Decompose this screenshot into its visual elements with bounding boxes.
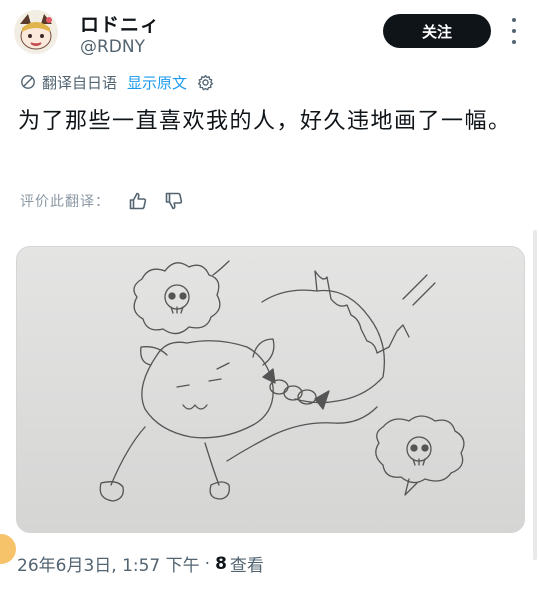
display-name[interactable]: ロドニィ (80, 10, 160, 37)
sketch-drawing (99, 260, 465, 502)
avatar[interactable] (14, 10, 58, 54)
rate-translation-label: 评价此翻译： (20, 194, 110, 210)
translate-icon (21, 75, 35, 89)
gear-icon[interactable] (197, 74, 214, 91)
thumbs-down-icon[interactable] (164, 191, 184, 211)
rate-translation-row: 评价此翻译： (20, 189, 184, 213)
translated-from-label: 翻译自日语 (42, 73, 118, 92)
views-label: 查看 (229, 556, 264, 576)
timestamp[interactable]: 26年6月3日, 1:57 下午 (17, 551, 200, 576)
tweet-text: 为了那些一直喜欢我的人，好久违地画了一幅。 (18, 109, 512, 134)
floating-badge[interactable] (0, 534, 16, 564)
tweet-image[interactable] (16, 246, 525, 533)
follow-button[interactable]: 关注 (383, 14, 491, 48)
user-handle[interactable]: @RDNY (80, 37, 145, 57)
avatar-illustration (14, 10, 58, 54)
tweet-meta: 26年6月3日, 1:57 下午 · 8 查看 (17, 551, 264, 577)
separator: · (204, 553, 211, 574)
scrollbar[interactable] (533, 230, 537, 560)
views-count: 8 (215, 553, 227, 574)
more-vertical-icon[interactable] (507, 18, 521, 44)
show-original-link[interactable]: 显示原文 (127, 72, 187, 93)
translation-bar: 翻译自日语 显示原文 (20, 71, 214, 93)
thumbs-up-icon[interactable] (128, 191, 148, 211)
